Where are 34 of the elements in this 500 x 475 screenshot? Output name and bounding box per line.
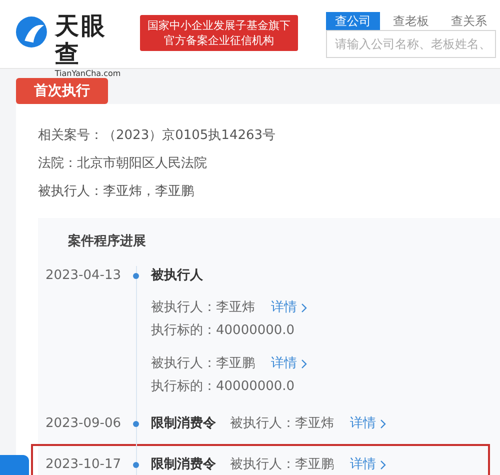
entry-person: 被执行人：李亚鹏 <box>151 355 255 373</box>
entry-title: 被执行人 <box>151 267 203 285</box>
search-field[interactable]: 请输入公司名称、老板姓名、 <box>326 30 496 58</box>
badge-text: 国家中小企业发展子基金旗下 <box>148 18 291 33</box>
details-link[interactable]: 详情 <box>350 414 386 434</box>
search-tab[interactable]: 查公司 <box>326 12 380 30</box>
floating-button[interactable] <box>0 455 29 475</box>
entry-title: 限制消费令 <box>151 456 216 474</box>
entry-person: 被执行人：李亚鹏 <box>230 456 334 474</box>
chevron-right-icon <box>301 358 307 368</box>
case-field: 被执行人：李亚炜，李亚鹏 <box>38 178 500 206</box>
details-link[interactable]: 详情 <box>350 455 386 475</box>
search-tab[interactable]: 查老板 <box>384 12 438 30</box>
progress-title: 案件程序进展 <box>68 232 147 251</box>
chevron-right-icon <box>301 302 307 312</box>
entry-person: 被执行人：李亚炜 <box>230 415 334 433</box>
logo-name: 天眼查 <box>54 12 108 68</box>
badge-text: 官方备案企业征信机构 <box>164 33 274 48</box>
details-link[interactable]: 详情 <box>271 296 307 319</box>
search-tab[interactable]: 查关系 <box>442 12 496 30</box>
case-field: 相关案号：（2023）京0105执14263号 <box>38 122 500 150</box>
chevron-right-icon <box>380 460 386 470</box>
execution-amount: 执行标的：40000000.0 <box>151 378 296 396</box>
case-field: 法院：北京市朝阳区人民法院 <box>38 150 500 178</box>
entry-date: 2023-10-17 <box>44 456 121 474</box>
details-link[interactable]: 详情 <box>271 352 307 375</box>
entry-date: 2023-09-06 <box>44 415 121 433</box>
chevron-right-icon <box>380 419 386 429</box>
entry-title: 限制消费令 <box>151 415 216 433</box>
section-tag: 首次执行 <box>16 78 108 104</box>
entry-person: 被执行人：李亚炜 <box>151 299 255 317</box>
execution-amount: 执行标的：40000000.0 <box>151 322 296 340</box>
logo-domain: TianYanCha.com <box>54 68 122 80</box>
entry-date: 2023-04-13 <box>44 267 121 285</box>
